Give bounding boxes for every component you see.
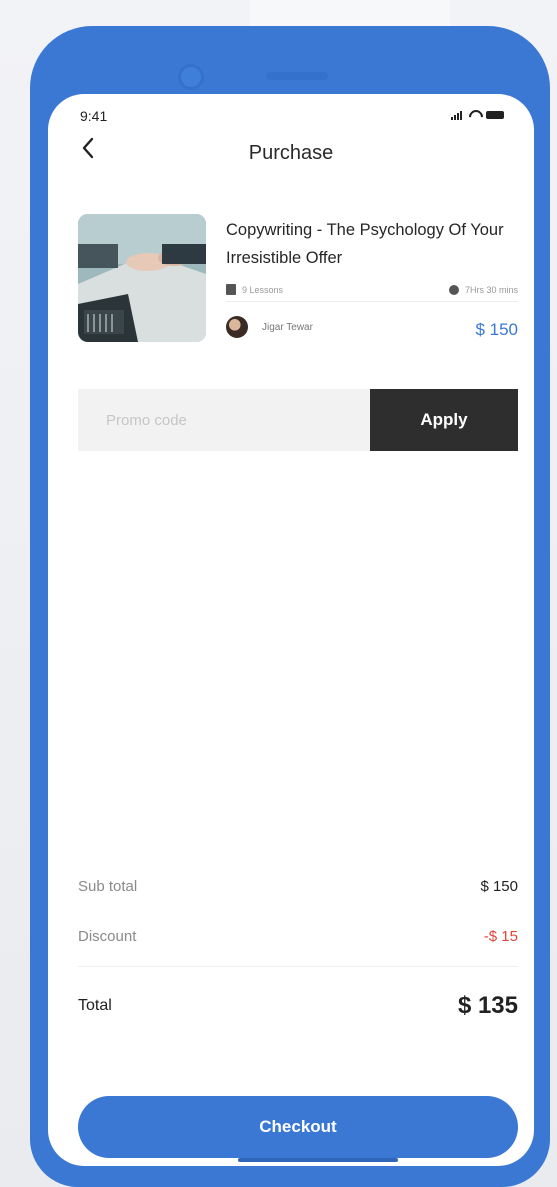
subtotal-row: Sub total $ 150 [78, 878, 518, 895]
total-row: Total $ 135 [78, 992, 518, 1020]
subtotal-value: $ 150 [480, 878, 518, 895]
discount-row: Discount -$ 15 [78, 928, 518, 945]
promo-section: Apply [78, 389, 518, 451]
course-duration: 7Hrs 30 mins [464, 284, 518, 295]
course-meta: 9 Lessons 7Hrs 30 mins [226, 278, 518, 302]
phone-frame: 9:41 Purchase Copywriting - The Psycholo… [30, 26, 550, 1187]
status-icons [451, 110, 504, 120]
course-price: $ 150 [475, 320, 518, 339]
avatar [226, 316, 248, 338]
total-value: $ 135 [457, 992, 518, 1019]
subtotal-label: Sub total [78, 878, 138, 895]
battery-icon [486, 111, 504, 119]
discount-label: Discount [78, 928, 137, 945]
speaker-slot [266, 72, 328, 80]
signal-icon [451, 110, 462, 120]
apply-button[interactable]: Apply [370, 389, 518, 451]
clock-icon [448, 284, 459, 295]
lessons-count: 9 Lessons [242, 284, 284, 295]
camera-icon [178, 64, 204, 90]
home-indicator [238, 1158, 398, 1162]
discount-value: -$ 15 [483, 928, 518, 945]
checkout-button[interactable]: Checkout [78, 1096, 518, 1158]
screen: 9:41 Purchase Copywriting - The Psycholo… [48, 94, 534, 1166]
promo-code-input[interactable] [78, 389, 370, 451]
author: Jigar Tewar [226, 316, 313, 338]
divider [78, 966, 518, 967]
page-title: Purchase [248, 142, 334, 164]
status-time: 9:41 [80, 108, 108, 124]
total-label: Total [78, 997, 112, 1014]
wifi-icon [468, 110, 480, 120]
book-icon [226, 284, 236, 295]
course-thumbnail [78, 214, 206, 342]
author-name: Jigar Tewar [262, 321, 313, 333]
course-title[interactable]: Copywriting - The Psychology Of Your Irr… [226, 216, 516, 272]
